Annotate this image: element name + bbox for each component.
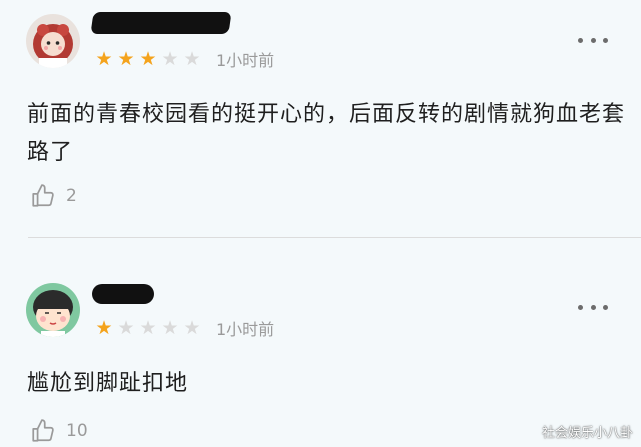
- thumbs-up-icon: [32, 419, 54, 442]
- like-count: 10: [66, 421, 88, 441]
- comment-divider: [28, 237, 641, 238]
- doll-avatar-icon[interactable]: [26, 14, 80, 68]
- like-count: 2: [66, 186, 77, 206]
- comment-card: ★ ★ ★ ★ ★ 1小时前 尴尬到脚趾扣地 10: [0, 240, 641, 447]
- comment-card: ★ ★ ★ ★ ★ 1小时前 前面的青春校园看的挺开心的，后面反转的剧情就狗血老…: [0, 0, 641, 238]
- thumbs-up-icon: [32, 184, 54, 207]
- rating-stars: ★ ★ ★ ★ ★ 1小时前: [94, 47, 274, 71]
- like-button[interactable]: 10: [30, 416, 88, 446]
- watermark: 社会娱乐小八卦: [541, 426, 633, 441]
- star-filled-icon: ★: [95, 317, 113, 339]
- star-filled-icon: ★: [139, 48, 157, 70]
- star-empty-icon: ★: [161, 317, 179, 339]
- comment-time: 1小时前: [216, 320, 275, 339]
- like-button[interactable]: 2: [30, 181, 77, 211]
- comment-text: 尴尬到脚趾扣地: [27, 371, 189, 396]
- star-empty-icon: ★: [161, 48, 179, 70]
- more-options-icon[interactable]: [578, 30, 608, 50]
- username-redacted[interactable]: [90, 12, 232, 34]
- comment-time: 1小时前: [216, 51, 275, 70]
- cartoon-girl-avatar-icon[interactable]: [26, 283, 80, 337]
- username-redacted[interactable]: [92, 284, 154, 304]
- star-filled-icon: ★: [117, 48, 135, 70]
- star-empty-icon: ★: [183, 48, 201, 70]
- star-filled-icon: ★: [95, 48, 113, 70]
- star-empty-icon: ★: [117, 317, 135, 339]
- more-options-icon[interactable]: [578, 297, 608, 317]
- rating-stars: ★ ★ ★ ★ ★ 1小时前: [94, 316, 274, 340]
- star-empty-icon: ★: [139, 317, 157, 339]
- comment-text: 前面的青春校园看的挺开心的，后面反转的剧情就狗血老套路了: [27, 102, 626, 165]
- star-empty-icon: ★: [183, 317, 201, 339]
